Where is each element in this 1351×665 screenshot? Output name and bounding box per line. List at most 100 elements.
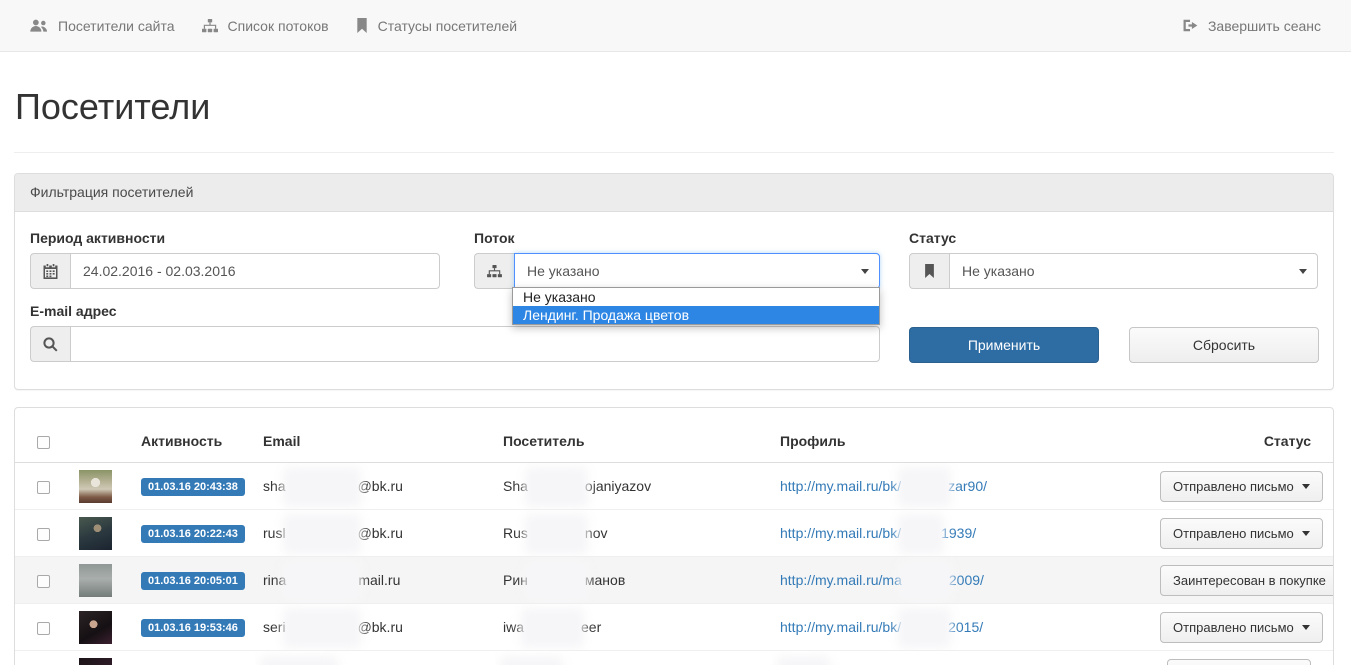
- visitor-text: Sha: [503, 478, 528, 494]
- sitemap-icon: [202, 19, 218, 33]
- bookmark-icon: [909, 253, 949, 289]
- activity-badge: 01.03.16 20:22:43: [141, 525, 245, 543]
- table-row: 01.03.16 20:22:43 rusl@bk.ru Rusnov http…: [15, 510, 1333, 557]
- status-dropdown-button[interactable]: Отправлено письмо: [1160, 518, 1323, 549]
- nav-item-label: Статусы посетителей: [378, 18, 517, 34]
- status-dropdown-button[interactable]: Заинтересован в покупке: [1160, 565, 1333, 596]
- reset-button[interactable]: Сбросить: [1129, 327, 1319, 363]
- redacted-text: [781, 660, 826, 665]
- page: Посетители сайта Список потоков Статусы …: [0, 0, 1351, 665]
- profile-link[interactable]: http://my.mail.ru/bk/2015/: [780, 619, 983, 635]
- stream-option-highlighted[interactable]: Лендинг. Продажа цветов: [513, 306, 879, 324]
- apply-button[interactable]: Применить: [909, 327, 1099, 363]
- status-header: Статус: [1152, 408, 1333, 463]
- email-input-group: [30, 326, 880, 362]
- nav-item-site-visitors[interactable]: Посетители сайта: [30, 18, 175, 34]
- activity-badge: 01.03.16 20:05:01: [141, 572, 245, 590]
- email-text: @bk.ru: [358, 478, 403, 494]
- profile-link[interactable]: http://my.mail.ru/bk/zar90/: [780, 478, 987, 494]
- status-label: Статус: [909, 230, 956, 246]
- row-checkbox[interactable]: [37, 575, 50, 588]
- email-text: sha: [263, 478, 286, 494]
- visitors-table: Активность Email Посетитель Профиль Стат…: [15, 408, 1333, 665]
- email-text: rina: [263, 572, 286, 588]
- stream-select[interactable]: Не указано: [514, 253, 880, 289]
- visitor-text: eer: [581, 619, 601, 635]
- navbar-right: Завершить сеанс: [1183, 18, 1321, 34]
- email-text: seri: [263, 619, 286, 635]
- nav-item-stream-list[interactable]: Список потоков: [202, 18, 329, 34]
- visitor-text: iwa: [503, 619, 524, 635]
- avatar-column-header: [71, 408, 133, 463]
- period-input-group: 24.02.2016 - 02.03.2016: [30, 253, 440, 289]
- avatar: [79, 470, 112, 503]
- calendar-icon: [30, 253, 70, 289]
- status-select[interactable]: Не указано: [949, 253, 1318, 289]
- row-checkbox[interactable]: [37, 481, 50, 494]
- activity-badge: 01.03.16 19:53:46: [141, 619, 245, 637]
- caret-down-icon: [1302, 484, 1310, 489]
- navbar-left: Посетители сайта Список потоков Статусы …: [30, 18, 517, 34]
- nav-item-label: Посетители сайта: [58, 18, 175, 34]
- title-divider: [14, 152, 1334, 153]
- period-input[interactable]: 24.02.2016 - 02.03.2016: [70, 253, 440, 289]
- redacted-text: [529, 518, 584, 550]
- sitemap-icon: [474, 253, 514, 289]
- redacted-text: [903, 565, 948, 597]
- activity-header: Активность: [133, 408, 255, 463]
- redacted-text: [287, 565, 357, 597]
- logout-button[interactable]: Завершить сеанс: [1183, 18, 1321, 34]
- email-text: @bk.ru: [358, 619, 403, 635]
- stream-dropdown-list: Не указано Лендинг. Продажа цветов: [512, 287, 880, 325]
- nav-item-visitor-statuses[interactable]: Статусы посетителей: [356, 18, 517, 34]
- period-label: Период активности: [30, 230, 165, 246]
- bookmark-icon: [356, 18, 368, 33]
- visitor-text: Rus: [503, 525, 528, 541]
- avatar: [79, 564, 112, 597]
- chevron-down-icon: [861, 269, 869, 274]
- redacted-text: [902, 612, 947, 644]
- status-dropdown-button[interactable]: Отправлено письмо: [1160, 471, 1323, 502]
- caret-down-icon: [1302, 625, 1310, 630]
- redacted-text: [529, 471, 584, 503]
- email-text: rusl: [263, 525, 286, 541]
- users-icon: [30, 19, 48, 33]
- status-input-group: Не указано: [909, 253, 1318, 289]
- row-checkbox[interactable]: [37, 528, 50, 541]
- redacted-text: [264, 660, 334, 665]
- visitor-header: Посетитель: [495, 408, 772, 463]
- visitors-table-panel: Активность Email Посетитель Профиль Стат…: [14, 407, 1334, 665]
- table-row: 01.03.16 19:53:46 seri @bk.ru iwa eer http…: [15, 604, 1333, 651]
- chevron-down-icon: [1299, 269, 1307, 274]
- redacted-text: [525, 612, 580, 644]
- visitor-text: манов: [585, 572, 625, 588]
- filter-panel: Фильтрация посетителей Период активности…: [14, 173, 1334, 390]
- avatar: [79, 611, 112, 644]
- visitor-text: ojaniyazov: [585, 478, 651, 494]
- status-dropdown-button[interactable]: [1167, 659, 1311, 665]
- activity-badge: 01.03.16 20:43:38: [141, 478, 245, 496]
- caret-down-icon: [1302, 531, 1310, 536]
- table-row: 01.03.16 20:05:01 rina mail.ru Рин манов h…: [15, 557, 1333, 604]
- search-icon: [30, 326, 70, 362]
- table-header-row: Активность Email Посетитель Профиль Стат…: [15, 408, 1333, 463]
- redacted-text: [287, 612, 357, 644]
- status-select-value: Не указано: [962, 263, 1035, 279]
- redacted-text: [287, 518, 357, 550]
- redacted-text: [902, 518, 940, 550]
- table-row-partial: [15, 651, 1333, 665]
- status-dropdown-button[interactable]: Отправлено письмо: [1160, 612, 1323, 643]
- filter-panel-title: Фильтрация посетителей: [15, 174, 1333, 212]
- profile-link[interactable]: http://my.mail.ru/bk/1939/: [780, 525, 976, 541]
- avatar: [79, 517, 112, 550]
- email-input[interactable]: [70, 326, 880, 362]
- email-text: mail.ru: [358, 572, 400, 588]
- row-checkbox[interactable]: [37, 622, 50, 635]
- logout-label: Завершить сеанс: [1208, 18, 1321, 34]
- page-title: Посетители: [15, 86, 210, 128]
- visitor-text: Рин: [503, 572, 528, 588]
- select-all-checkbox[interactable]: [37, 436, 50, 449]
- stream-option[interactable]: Не указано: [513, 288, 879, 306]
- profile-header: Профиль: [772, 408, 1152, 463]
- profile-link[interactable]: http://my.mail.ru/ma2009/: [780, 572, 984, 588]
